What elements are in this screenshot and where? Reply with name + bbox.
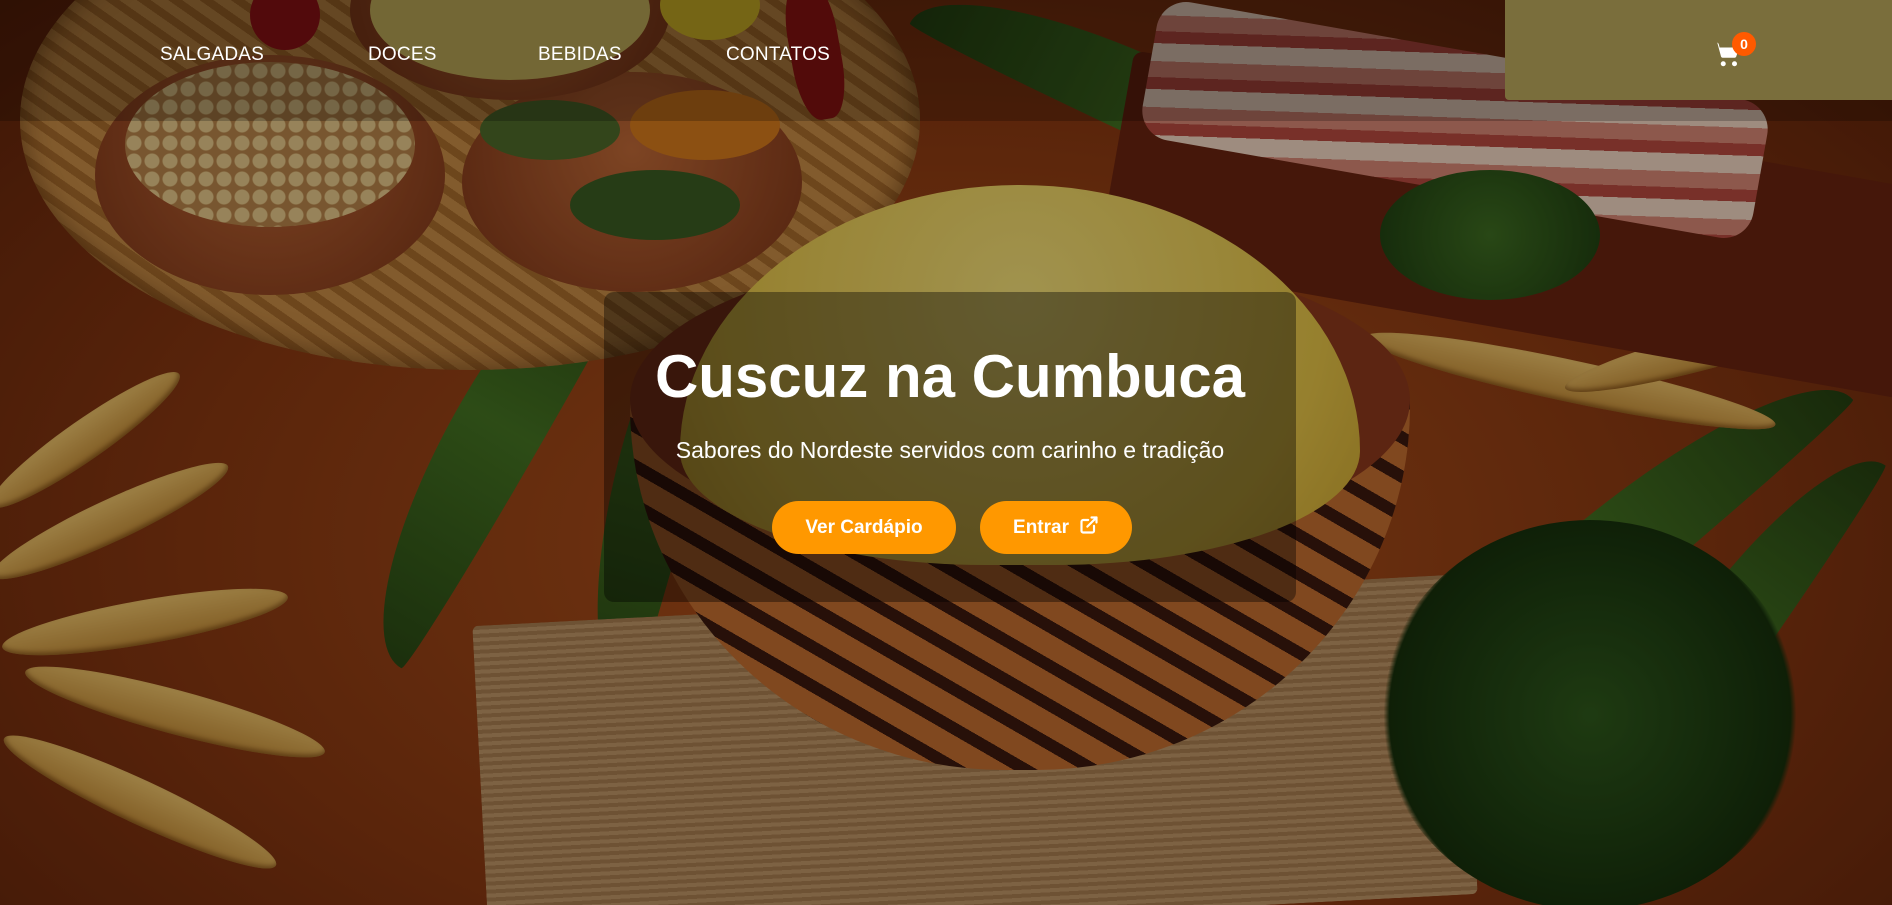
cart-button[interactable]: 0 [1712,32,1756,70]
nav-link-doces[interactable]: DOCES [368,44,437,66]
cart-icon [1712,42,1742,74]
cart-count-badge: 0 [1732,32,1756,56]
top-navbar: SALGADAS DOCES BEBIDAS CONTATOS 0 [0,0,1892,121]
login-label: Entrar [1013,516,1069,538]
nav-link-salgadas[interactable]: SALGADAS [160,44,264,66]
hero-card: Cuscuz na Cumbuca Sabores do Nordeste se… [604,292,1296,602]
hero-subtitle: Sabores do Nordeste servidos com carinho… [675,437,1225,463]
view-menu-label: Ver Cardápio [805,516,923,538]
hero-title: Cuscuz na Cumbuca [654,343,1246,410]
external-link-icon [1079,515,1099,541]
login-button[interactable]: Entrar [980,501,1132,554]
view-menu-button[interactable]: Ver Cardápio [772,501,956,554]
nav-link-contatos[interactable]: CONTATOS [726,44,830,66]
nav-link-bebidas[interactable]: BEBIDAS [538,44,622,66]
